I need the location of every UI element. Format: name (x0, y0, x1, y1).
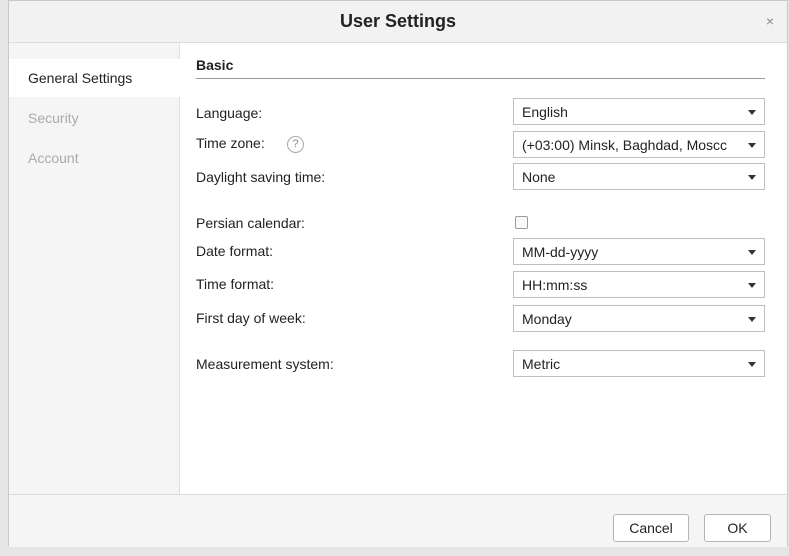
time-zone-select[interactable]: (+03:00) Minsk, Baghdad, Moscc (513, 131, 765, 158)
date-format-label: Date format: (196, 243, 274, 259)
first-day-label: First day of week: (196, 310, 306, 326)
measurement-select[interactable]: Metric (513, 350, 765, 377)
language-select[interactable]: English (513, 98, 765, 125)
date-format-select[interactable]: MM-dd-yyyy (513, 238, 765, 265)
measurement-value: Metric (522, 356, 561, 372)
language-label: Language: (196, 105, 263, 121)
date-format-value: MM-dd-yyyy (522, 244, 599, 260)
settings-sidebar: General Settings Security Account (9, 43, 180, 494)
section-title-basic: Basic (196, 57, 234, 73)
ok-button[interactable]: OK (704, 514, 771, 542)
cancel-button[interactable]: Cancel (613, 514, 689, 542)
time-format-value: HH:mm:ss (522, 277, 588, 293)
chevron-down-icon (748, 250, 756, 255)
section-divider (196, 78, 765, 79)
time-zone-value: (+03:00) Minsk, Baghdad, Moscc (522, 137, 728, 153)
user-settings-dialog: User Settings × General Settings Securit… (8, 0, 788, 547)
dialog-titlebar: User Settings × (9, 1, 787, 43)
daylight-saving-select[interactable]: None (513, 163, 765, 190)
time-format-label: Time format: (196, 276, 275, 292)
chevron-down-icon (748, 317, 756, 322)
settings-content: Basic Language: English Time zone: ? (+0… (180, 43, 787, 494)
chevron-down-icon (748, 283, 756, 288)
help-icon[interactable]: ? (287, 136, 304, 153)
chevron-down-icon (748, 110, 756, 115)
chevron-down-icon (748, 143, 756, 148)
persian-calendar-checkbox[interactable] (515, 216, 528, 229)
first-day-value: Monday (522, 311, 572, 327)
sidebar-item-general-settings[interactable]: General Settings (9, 59, 180, 97)
time-zone-label: Time zone: (196, 135, 265, 151)
language-value: English (522, 104, 568, 120)
sidebar-item-account[interactable]: Account (9, 139, 180, 177)
chevron-down-icon (748, 362, 756, 367)
persian-calendar-label: Persian calendar: (196, 215, 305, 231)
sidebar-item-security[interactable]: Security (9, 99, 180, 137)
measurement-label: Measurement system: (196, 356, 334, 372)
close-icon[interactable]: × (763, 13, 777, 29)
chevron-down-icon (748, 175, 756, 180)
dialog-title: User Settings (339, 11, 457, 31)
dialog-footer: Cancel OK (9, 494, 787, 547)
daylight-saving-value: None (522, 169, 556, 185)
time-format-select[interactable]: HH:mm:ss (513, 271, 765, 298)
first-day-select[interactable]: Monday (513, 305, 765, 332)
daylight-saving-label: Daylight saving time: (196, 169, 326, 185)
